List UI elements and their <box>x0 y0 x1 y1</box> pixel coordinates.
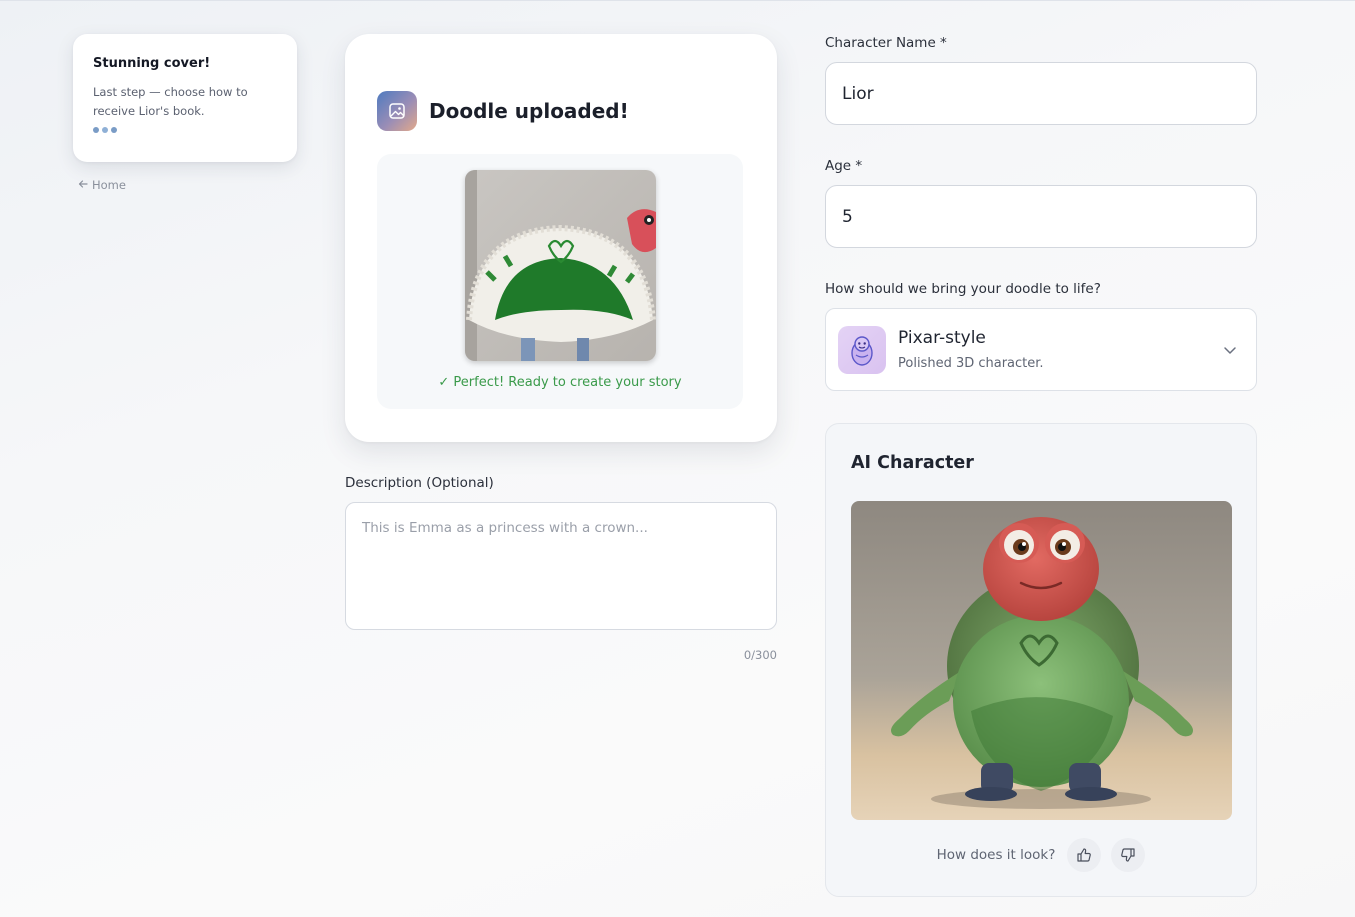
style-question-label: How should we bring your doodle to life? <box>825 281 1101 297</box>
feedback-question: How does it look? <box>936 847 1056 863</box>
age-label: Age * <box>825 158 863 174</box>
style-selected-name: Pixar-style <box>898 328 986 348</box>
thumbs-down-button[interactable] <box>1111 838 1146 872</box>
upload-title: Doodle uploaded! <box>429 99 629 123</box>
toast-body: Last step — choose how to receive Lior's… <box>93 85 248 118</box>
thumbs-up-icon <box>1077 848 1092 862</box>
name-input-value: Lior <box>842 83 874 104</box>
style-selected-desc: Polished 3D character. <box>898 356 1044 371</box>
upload-card: Doodle uploaded! ✓ Perfect! Ready to cre… <box>345 34 777 442</box>
age-input[interactable]: 5 <box>825 185 1257 248</box>
notification-toast: Stunning cover! Last step — choose how t… <box>73 34 297 162</box>
arrow-left-icon <box>78 178 88 192</box>
ai-character-title: AI Character <box>851 453 974 473</box>
doodle-preview-box: ✓ Perfect! Ready to create your story <box>377 154 743 409</box>
toast-title: Stunning cover! <box>93 56 211 71</box>
loading-dots-icon <box>93 127 277 133</box>
character-counter: 0/300 <box>743 648 777 662</box>
home-link[interactable]: Home <box>78 178 126 192</box>
name-label: Character Name * <box>825 35 947 51</box>
style-select[interactable]: Pixar-style Polished 3D character. <box>825 308 1257 391</box>
description-textarea[interactable]: This is Emma as a princess with a crown.… <box>345 502 777 630</box>
description-label: Description (Optional) <box>345 475 494 491</box>
thumbs-down-icon <box>1121 848 1135 862</box>
age-input-value: 5 <box>842 206 853 227</box>
character-face-icon <box>838 325 886 374</box>
upload-success-text: ✓ Perfect! Ready to create your story <box>438 375 682 390</box>
feedback-row: How does it look? <box>826 838 1256 872</box>
ai-character-card: AI Character How does it look? <box>825 423 1257 897</box>
home-link-label: Home <box>92 178 126 192</box>
ai-character-image <box>851 501 1232 820</box>
thumbs-up-button[interactable] <box>1067 838 1102 872</box>
chevron-down-icon <box>1224 346 1236 354</box>
doodle-image <box>465 170 656 361</box>
name-input[interactable]: Lior <box>825 62 1257 125</box>
image-icon <box>377 91 417 131</box>
description-placeholder: This is Emma as a princess with a crown.… <box>362 520 648 536</box>
